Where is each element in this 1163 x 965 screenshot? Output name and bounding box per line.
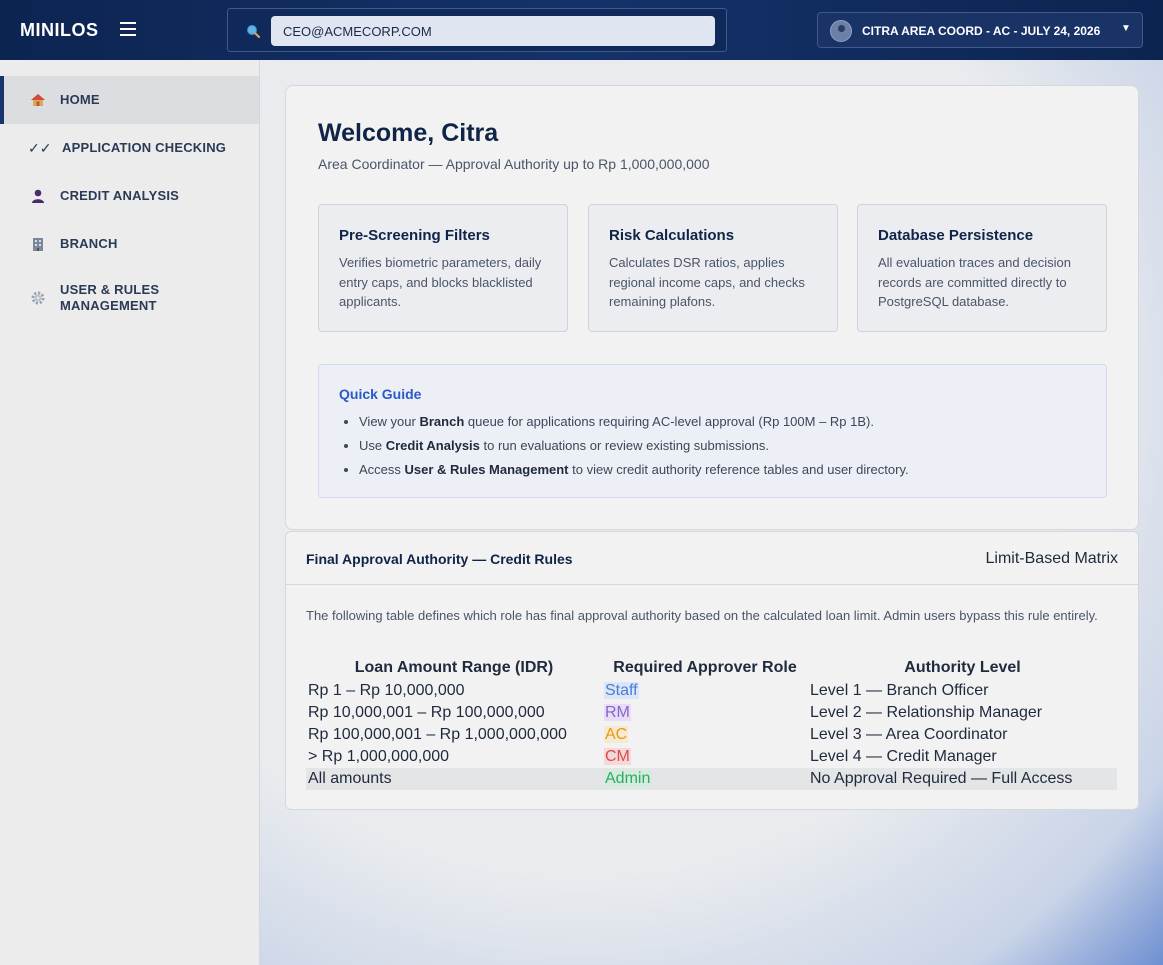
quick-guide-title: Quick Guide: [339, 386, 422, 402]
top-bar: MINILOS CITRA AREA COORD - AC - JULY 24,…: [0, 0, 1163, 60]
sidebar-item-label: APPLICATION CHECKING: [62, 140, 227, 155]
column-header: Loan Amount Range (IDR): [354, 659, 554, 676]
authority-level-cell: Level 2 — Relationship Manager: [810, 704, 1043, 721]
feature-card-risk-calculations: Risk Calculations Calculates DSR ratios,…: [588, 204, 838, 332]
role-badge: AC: [604, 726, 629, 743]
table-row: Rp 1 – Rp 10,000,000 Staff Level 1 — Branc…: [306, 680, 1117, 702]
credit-rules-description: The following table defines which role h…: [306, 608, 1098, 623]
quick-guide-list: View your Branch queue for applications …: [359, 413, 909, 485]
feature-description: Calculates DSR ratios, applies regional …: [609, 255, 805, 309]
credit-rules-card: Final Approval Authority — Credit Rules …: [285, 531, 1139, 810]
search-input[interactable]: [271, 16, 715, 46]
approver-role-cell: Staff: [602, 680, 808, 702]
sidebar-item-home[interactable]: HOME: [0, 76, 259, 124]
approver-role-cell: CM: [602, 746, 808, 768]
page-subtitle: Area Coordinator — Approval Authority up…: [318, 156, 710, 172]
user-menu-dropdown[interactable]: CITRA AREA COORD - AC - JULY 24, 2026 ▼: [817, 12, 1143, 48]
authority-level-cell: Level 4 — Credit Manager: [810, 748, 997, 765]
hamburger-menu-icon[interactable]: [120, 22, 136, 38]
sidebar-item-branch[interactable]: BRANCH: [0, 220, 259, 268]
approver-role-cell: RM: [602, 702, 808, 724]
house-icon: [31, 94, 45, 106]
sidebar-item-user-rules-management[interactable]: USER & RULES MANAGEMENT: [0, 274, 259, 322]
feature-title: Risk Calculations: [609, 227, 735, 244]
role-badge: Admin: [604, 770, 652, 787]
column-header: Authority Level: [904, 659, 1021, 676]
credit-rules-title: Final Approval Authority — Credit Rules: [306, 551, 573, 567]
sidebar-item-label: CREDIT ANALYSIS: [60, 188, 180, 203]
authority-level-cell: Level 3 — Area Coordinator: [810, 726, 1008, 743]
credit-rules-table: Loan Amount Range (IDR) Required Approve…: [306, 656, 1117, 790]
gear-icon: [31, 291, 45, 305]
list-item: View your Branch queue for applications …: [359, 413, 909, 437]
list-item: Use Credit Analysis to run evaluations o…: [359, 437, 909, 461]
quick-guide: Quick Guide View your Branch queue for a…: [318, 364, 1107, 498]
role-badge: RM: [604, 704, 631, 721]
sidebar-item-credit-analysis[interactable]: CREDIT ANALYSIS: [0, 172, 259, 220]
loan-range-cell: All amounts: [306, 768, 602, 790]
matrix-type-label: Limit-Based Matrix: [985, 550, 1118, 567]
feature-card-database-persistence: Database Persistence All evaluation trac…: [857, 204, 1107, 332]
sidebar-item-label: USER & RULES MANAGEMENT: [60, 282, 160, 313]
loan-range-cell: Rp 100,000,001 – Rp 1,000,000,000: [308, 726, 567, 743]
sidebar-item-label: BRANCH: [60, 236, 118, 251]
avatar: [830, 20, 852, 42]
table-row: Rp 100,000,001 – Rp 1,000,000,000 AC Level…: [306, 724, 1117, 746]
approver-role-cell: Admin: [602, 768, 808, 790]
approver-role-cell: AC: [602, 724, 808, 746]
role-badge: CM: [604, 748, 631, 765]
search-icon: [247, 25, 260, 38]
feature-card-pre-screening: Pre-Screening Filters Verifies biometric…: [318, 204, 568, 332]
table-row: > Rp 1,000,000,000 CM Level 4 — Credit Man…: [306, 746, 1117, 768]
loan-range-cell: Rp 1 – Rp 10,000,000: [308, 682, 465, 699]
loan-range-cell: > Rp 1,000,000,000: [308, 748, 450, 765]
user-menu-label: CITRA AREA COORD - AC - JULY 24, 2026: [862, 24, 1101, 38]
list-item: Access User & Rules Management to view c…: [359, 461, 909, 485]
authority-level-cell: Level 1 — Branch Officer: [810, 682, 989, 699]
authority-level-cell: No Approval Required — Full Access: [808, 768, 1117, 790]
feature-title: Database Persistence: [878, 227, 1034, 244]
chevron-down-icon: ▼: [1121, 23, 1131, 34]
feature-description: Verifies biometric parameters, daily ent…: [339, 255, 542, 309]
table-row: Rp 10,000,001 – Rp 100,000,000 RM Level 2 …: [306, 702, 1117, 724]
sidebar: HOME ✓✓ APPLICATION CHECKING CREDIT ANAL…: [0, 60, 260, 965]
feature-description: All evaluation traces and decision recor…: [878, 255, 1071, 309]
app-frame: MINILOS CITRA AREA COORD - AC - JULY 24,…: [0, 0, 1163, 965]
search-bar: [227, 8, 727, 52]
page-title: Welcome, Citra: [318, 119, 499, 147]
building-icon: [33, 238, 43, 251]
double-check-icon: ✓✓: [28, 139, 52, 156]
brand-logo[interactable]: MINILOS: [20, 20, 99, 41]
column-header: Required Approver Role: [613, 659, 797, 676]
welcome-card: Welcome, Citra Area Coordinator — Approv…: [285, 85, 1139, 530]
sidebar-item-label: HOME: [60, 92, 100, 107]
feature-title: Pre-Screening Filters: [339, 227, 490, 244]
table-row: All amounts Admin No Approval Required — F…: [306, 768, 1117, 790]
sidebar-item-application-checking[interactable]: ✓✓ APPLICATION CHECKING: [0, 124, 259, 172]
credit-rules-header: Final Approval Authority — Credit Rules …: [286, 532, 1138, 585]
person-icon: [32, 189, 44, 203]
role-badge: Staff: [604, 682, 639, 699]
table-header-row: Loan Amount Range (IDR) Required Approve…: [306, 656, 1117, 680]
loan-range-cell: Rp 10,000,001 – Rp 100,000,000: [308, 704, 545, 721]
